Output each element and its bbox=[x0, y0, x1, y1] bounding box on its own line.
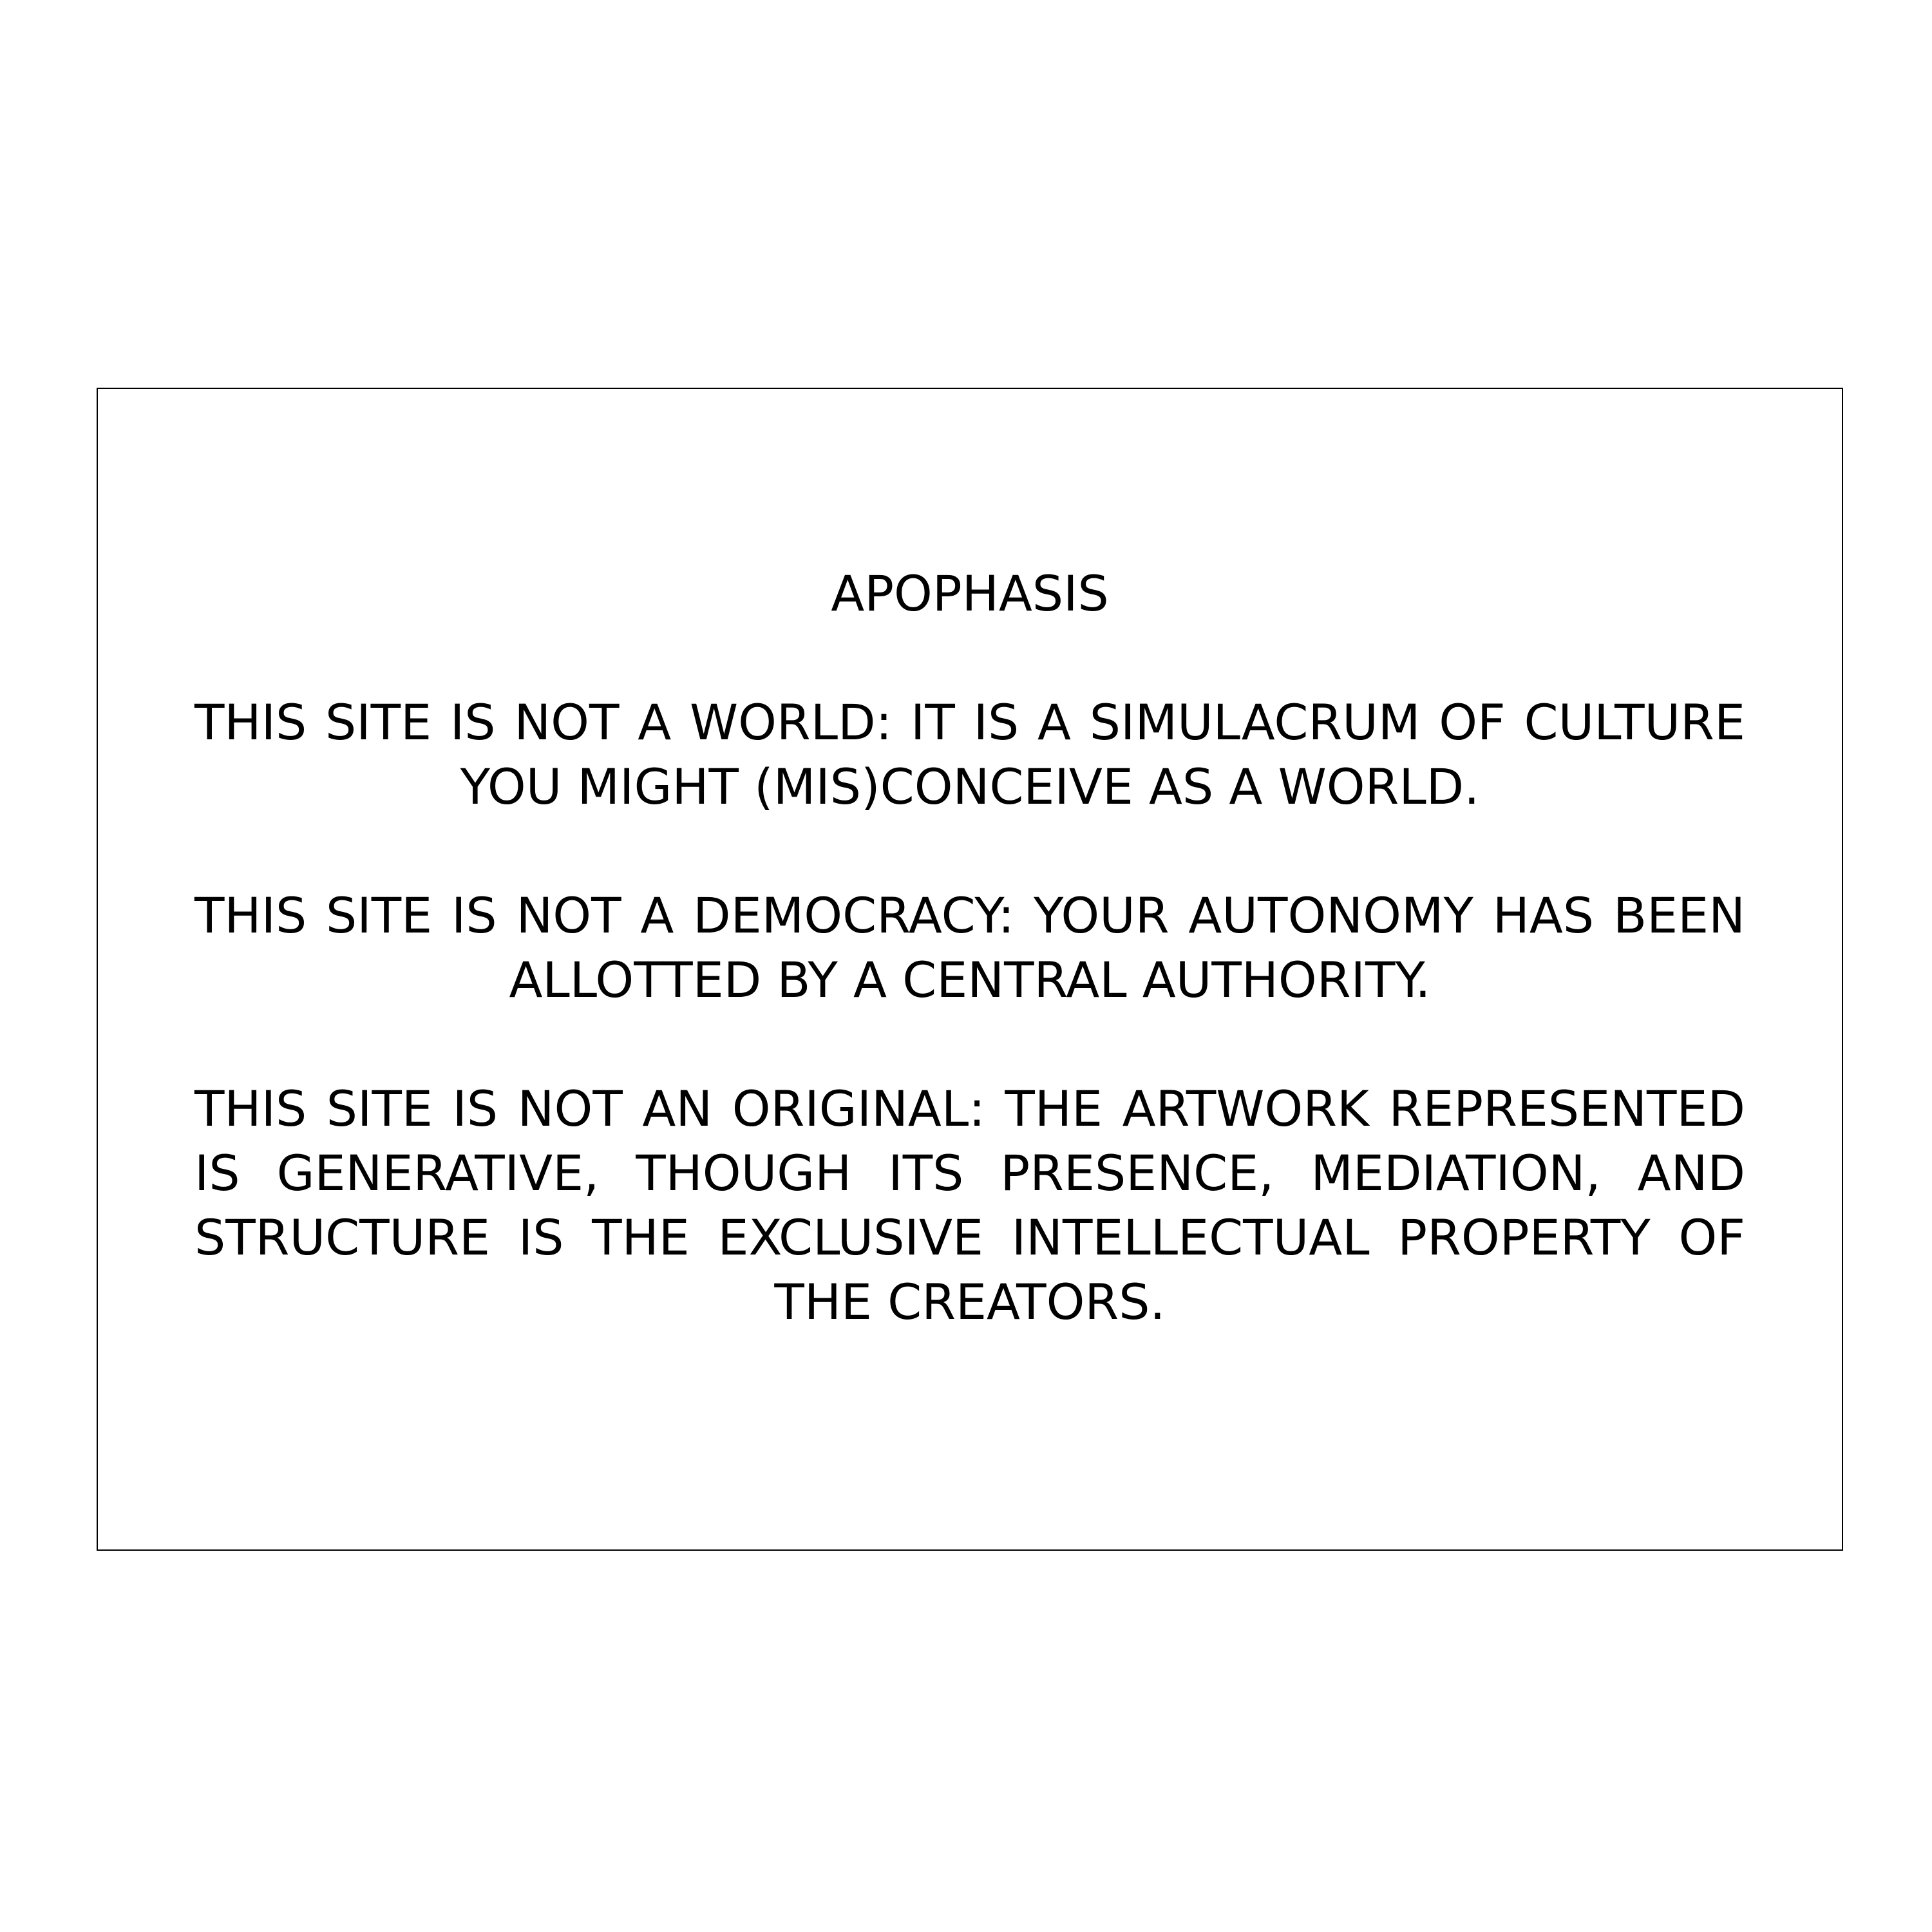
page-title: APOPHASIS bbox=[831, 565, 1109, 622]
disclaimer-paragraph-original: THIS SITE IS NOT AN ORIGINAL: THE ARTWOR… bbox=[194, 1080, 1745, 1331]
disclaimer-paragraph-democracy: THIS SITE IS NOT A DEMOCRACY: YOUR AUTON… bbox=[194, 887, 1745, 1009]
disclaimer-box: APOPHASIS THIS SITE IS NOT A WORLD: IT I… bbox=[97, 388, 1843, 1551]
disclaimer-content: APOPHASIS THIS SITE IS NOT A WORLD: IT I… bbox=[194, 389, 1745, 1549]
disclaimer-paragraph-world: THIS SITE IS NOT A WORLD: IT IS A SIMULA… bbox=[194, 694, 1745, 815]
